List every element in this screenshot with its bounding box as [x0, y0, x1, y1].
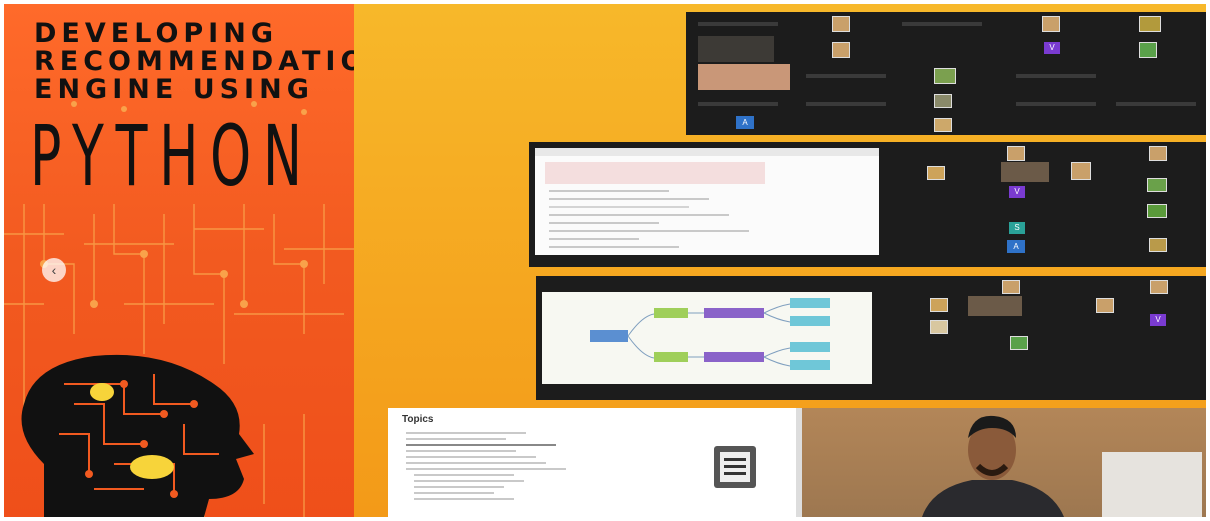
code-line: [549, 190, 669, 192]
participant-avatar: [1042, 16, 1060, 32]
participant-initial-badge: V: [1150, 314, 1166, 326]
poster-python-heading: PYTHON: [30, 107, 314, 205]
participant-avatar: [1147, 178, 1167, 192]
slide-bullet: [414, 498, 514, 500]
code-line: [549, 222, 659, 224]
participant-initial-badge: V: [1009, 186, 1025, 198]
participant-avatar: [1007, 146, 1025, 161]
meeting-gallery-screenshot-3: V: [536, 276, 1206, 400]
participant-avatar: [1147, 204, 1167, 218]
slide-bullet: [406, 468, 566, 470]
python-poster: DEVELOPING RECOMMENDATION ENGINE USING P…: [4, 4, 354, 517]
diagram-slide: [542, 292, 872, 384]
diagram-node: [654, 352, 688, 362]
topics-slide: Topics: [388, 408, 796, 517]
participant-avatar: [934, 94, 952, 108]
poster-title-line-2: RECOMMENDATION: [34, 46, 354, 77]
code-line: [549, 206, 689, 208]
participant-name-bar: [1116, 102, 1196, 106]
slide-bullet: [414, 474, 514, 476]
participant-name-bar: [698, 102, 778, 106]
code-line: [549, 246, 679, 248]
participant-avatar: [930, 298, 948, 312]
participant-avatar: [1096, 298, 1114, 313]
code-notebook-window: [535, 148, 879, 255]
participant-avatar: [934, 118, 952, 132]
code-line: [549, 198, 709, 200]
participant-avatar: [934, 68, 956, 84]
participant-name-bar: [1016, 102, 1096, 106]
participant-name-bar: [698, 22, 778, 26]
participant-avatar: [832, 42, 850, 58]
chevron-left-icon: ‹: [51, 262, 57, 278]
participant-avatar: [930, 320, 948, 334]
participant-name-bar: [902, 22, 982, 26]
participant-name-bar: [806, 74, 886, 78]
participant-avatar: [832, 16, 850, 32]
participant-avatar: [1150, 280, 1168, 294]
participant-avatar: [1010, 336, 1028, 350]
poster-title-line-1: DEVELOPING: [34, 18, 278, 49]
diagram-node: [790, 298, 830, 308]
poster-title-line-3: ENGINE USING: [34, 74, 314, 105]
diagram-node: [704, 352, 764, 362]
presentation-screenshot: Topics: [388, 408, 1206, 517]
slide-bullet: [406, 450, 516, 452]
participant-avatar: [1139, 16, 1161, 32]
notebook-toolbar: [535, 148, 879, 156]
participant-initial-badge: A: [1007, 240, 1025, 253]
participant-avatar: [1071, 162, 1091, 180]
participant-initial-badge: A: [736, 116, 754, 129]
diagram-root-box: [590, 330, 628, 342]
participant-name-bar: [806, 102, 886, 106]
slide-title: Topics: [402, 414, 434, 425]
recommendation-flow-diagram: [590, 298, 830, 370]
collage-canvas: DEVELOPING RECOMMENDATION ENGINE USING P…: [4, 4, 1206, 517]
presenter-silhouette: [922, 415, 1064, 517]
checklist-icon: [714, 446, 756, 488]
participant-avatar: [1002, 280, 1020, 294]
participant-initial-badge: S: [1009, 222, 1025, 234]
participant-video-tile: [698, 36, 774, 62]
diagram-node: [790, 360, 830, 370]
slide-bullet: [414, 492, 494, 494]
participant-avatar: [1139, 42, 1157, 58]
slide-bullet: [414, 480, 524, 482]
slide-bullet: [406, 462, 546, 464]
presenter-video: [802, 408, 1206, 517]
code-line: [549, 214, 729, 216]
slide-bullet: [406, 432, 526, 434]
notebook-output-cell: [545, 162, 765, 184]
code-line: [549, 238, 639, 240]
participant-avatar: [1149, 146, 1167, 161]
slide-bullet: [406, 456, 536, 458]
diagram-node: [704, 308, 764, 318]
diagram-node: [790, 316, 830, 326]
slide-bullet: [406, 444, 556, 446]
participant-video-tile: [1001, 162, 1049, 182]
meeting-gallery-screenshot-2: V S A: [529, 142, 1206, 267]
participant-name-bar: [1016, 74, 1096, 78]
carousel-prev-button[interactable]: ‹: [42, 258, 66, 282]
code-line: [549, 230, 749, 232]
participant-video-tile: [698, 64, 790, 90]
diagram-node: [790, 342, 830, 352]
participant-avatar: [927, 166, 945, 180]
slide-bullet: [406, 438, 506, 440]
meeting-gallery-screenshot-1: V A: [686, 12, 1206, 135]
diagram-node: [654, 308, 688, 318]
participant-video-tile: [968, 296, 1022, 316]
participant-avatar: [1149, 238, 1167, 252]
slide-bullet: [414, 486, 504, 488]
participant-initial-badge: V: [1044, 42, 1060, 54]
